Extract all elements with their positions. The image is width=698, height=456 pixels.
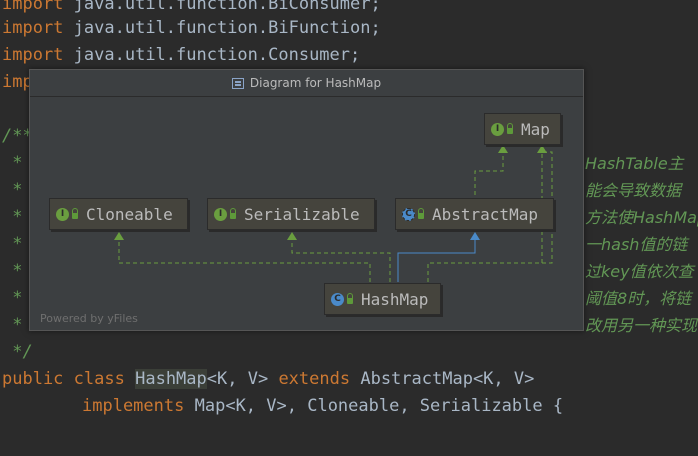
node-map[interactable]: I Map: [484, 113, 561, 145]
comment-text-5: 过key值依次查: [585, 262, 694, 281]
lock-icon: [418, 208, 424, 219]
node-hashmap[interactable]: C HashMap: [324, 283, 441, 315]
class-declaration-line: public class HashMap<K, V> extends Abstr…: [2, 369, 535, 389]
class-icon: C: [331, 292, 344, 306]
arrowhead-map-left: [498, 145, 508, 153]
edge-hashmap-abstractmap: [397, 239, 476, 282]
comment-text-1: HashTable主: [585, 154, 684, 173]
arrowhead-cloneable: [114, 232, 124, 240]
node-label: AbstractMap: [432, 204, 538, 224]
arrowhead-serializable: [287, 232, 297, 240]
comment-text-2: 能会导致数据: [585, 181, 682, 200]
interface-icon: I: [214, 207, 227, 221]
comment-star-3: *: [2, 207, 23, 227]
implements-line: implements Map<K, V>, Cloneable, Seriali…: [82, 396, 564, 416]
lock-icon: [507, 123, 513, 134]
comment-text-4: 一hash值的链: [585, 235, 688, 254]
code-line-import-3: import java.util.function.Consumer;: [2, 45, 361, 65]
comment-star-7: *: [2, 315, 23, 335]
node-label: HashMap: [361, 289, 429, 309]
diagram-popup[interactable]: Diagram for HashMap I Map I Cloneable I: [29, 69, 584, 331]
comment-star-6: *: [2, 288, 23, 308]
edge-hashmap-serializable: [291, 239, 391, 282]
lock-icon: [347, 293, 353, 304]
node-abstractmap[interactable]: C AbstractMap: [395, 198, 554, 230]
comment-text-6: 阈值8时，将链: [585, 289, 692, 308]
comment-star-2: *: [2, 180, 23, 200]
abstract-class-icon: C: [402, 207, 415, 221]
edge-hashmap-cloneable: [118, 239, 371, 282]
comment-text-7: 改用另一种实现: [585, 316, 698, 335]
node-serializable[interactable]: I Serializable: [207, 198, 375, 230]
node-label: Serializable: [244, 204, 360, 224]
comment-close: */: [2, 342, 33, 362]
comment-star-1: *: [2, 153, 23, 173]
node-label: Map: [521, 119, 550, 139]
interface-icon: I: [56, 207, 69, 221]
comment-star-4: *: [2, 234, 23, 254]
code-line-import-2: import java.util.function.BiFunction;: [2, 18, 381, 38]
edge-abstractmap-map: [474, 152, 504, 195]
lock-icon: [230, 208, 236, 219]
node-label: Cloneable: [86, 204, 173, 224]
comment-text-3: 方法使HashMap: [585, 208, 698, 227]
arrowhead-abstractmap: [470, 232, 480, 240]
powered-by-label: Powered by yFiles: [40, 312, 138, 325]
arrowhead-map-right: [537, 145, 547, 153]
interface-icon: I: [491, 122, 504, 136]
lock-icon: [72, 208, 78, 219]
comment-star-5: *: [2, 261, 23, 281]
node-cloneable[interactable]: I Cloneable: [49, 198, 188, 230]
